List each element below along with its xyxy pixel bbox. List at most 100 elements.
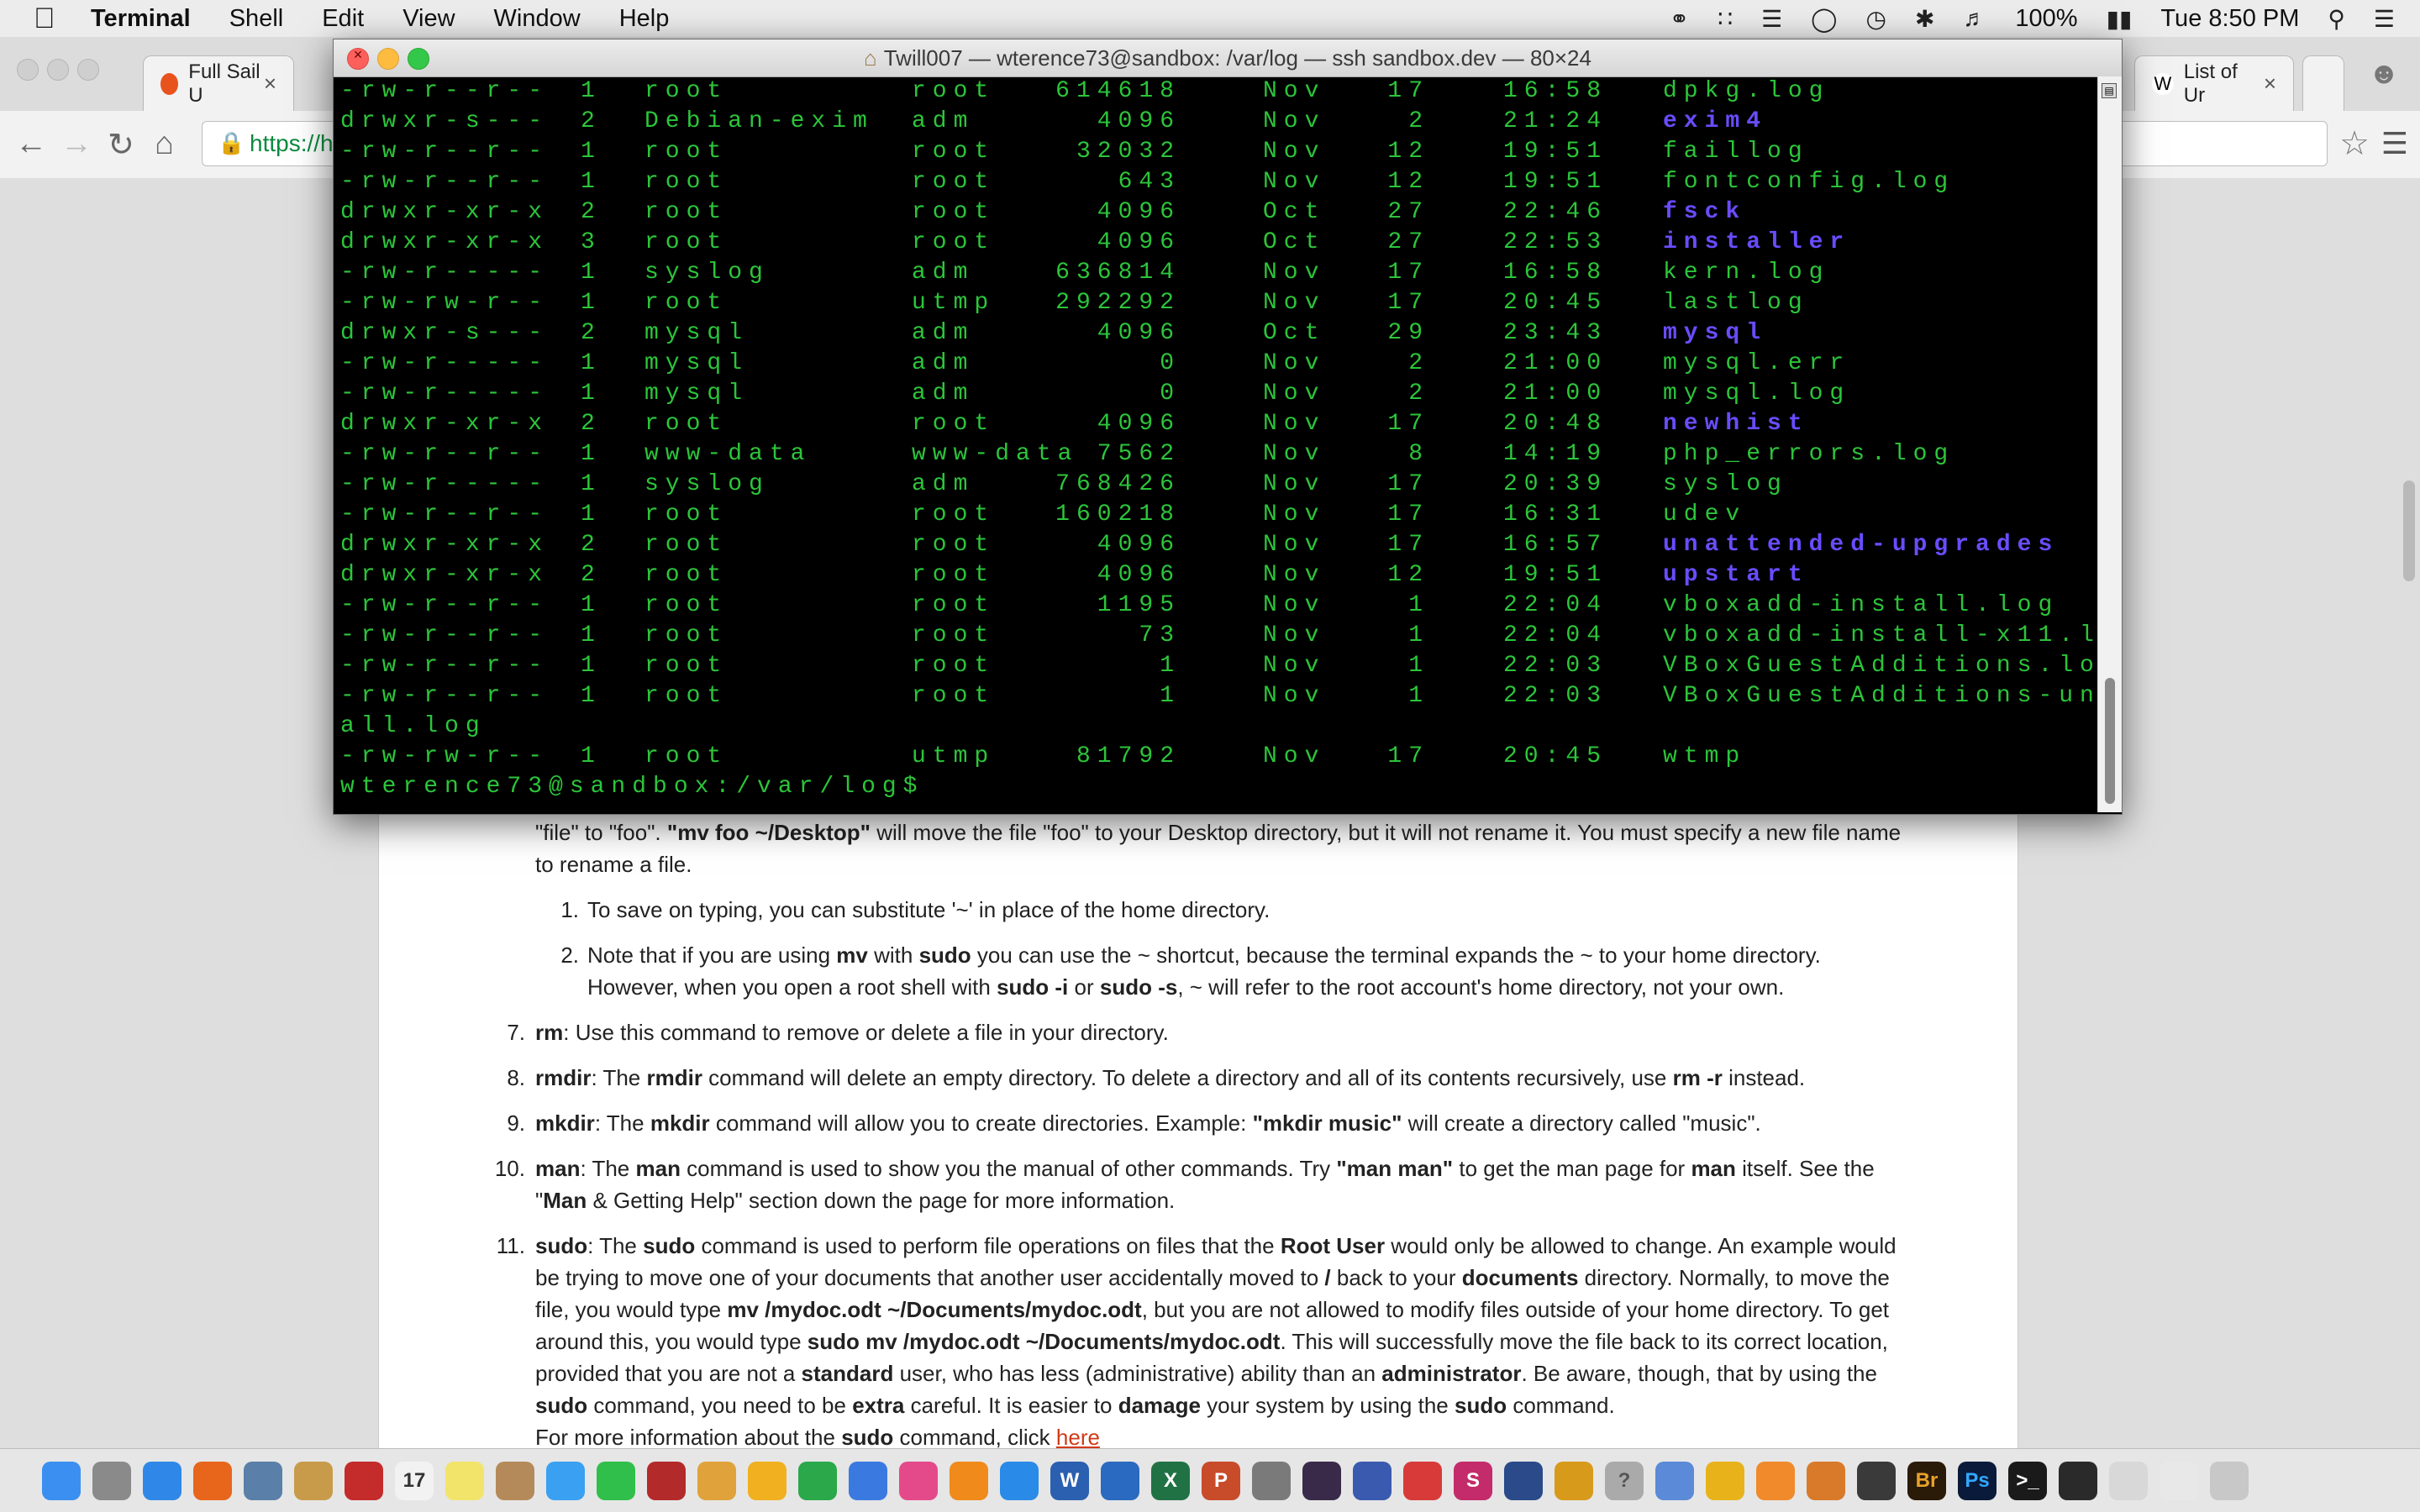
chrome-icon[interactable] [1706, 1461, 1744, 1500]
back-icon[interactable]: ← [15, 126, 47, 162]
excel-icon[interactable]: X [1151, 1461, 1190, 1500]
keynote-icon[interactable] [849, 1461, 887, 1500]
wifi-icon[interactable]: ☰ [1761, 5, 1782, 33]
menu-help[interactable]: Help [619, 5, 670, 33]
preview-icon[interactable] [244, 1461, 282, 1500]
system-preferences-icon[interactable] [1252, 1461, 1291, 1500]
grid-dots-icon[interactable]: ∷ [1718, 5, 1733, 33]
menu-shell[interactable]: Shell [229, 5, 284, 33]
terminal-titlebar[interactable]: × ⌂ Twill007 — wterence73@sandbox: /var/l… [334, 39, 2122, 77]
time-machine-icon[interactable]: ◷ [1866, 5, 1886, 33]
virtualbox-icon[interactable] [1353, 1461, 1392, 1500]
join-me-icon[interactable] [1756, 1461, 1795, 1500]
tab-close-icon[interactable]: × [2264, 71, 2276, 97]
filezilla2-icon[interactable] [1555, 1461, 1593, 1500]
profile-icon[interactable]: ☻ [2368, 55, 2400, 91]
safari-icon[interactable] [143, 1461, 182, 1500]
launchpad-icon[interactable] [92, 1461, 131, 1500]
filezilla-icon[interactable] [345, 1461, 383, 1500]
help-icon[interactable]: ? [1605, 1461, 1644, 1500]
clock[interactable]: Tue 8:50 PM [2160, 5, 2299, 33]
downloads-stack-icon[interactable] [2160, 1461, 2198, 1500]
reload-icon[interactable]: ↻ [108, 126, 134, 164]
page-scrollbar[interactable] [2403, 480, 2415, 581]
notification-center-icon[interactable]: ☰ [2374, 5, 2395, 33]
terminal-cell-perm: -rw-r--r-- [340, 78, 550, 104]
scratch-icon[interactable] [748, 1461, 786, 1500]
spotlight-search-icon[interactable]: ⚲ [2328, 5, 2345, 33]
creative-cloud-icon[interactable]: ⚭ [1670, 5, 1689, 33]
terminal-cell-name: syslog [1663, 471, 1788, 497]
terminal-cell-name: installer [1663, 229, 1851, 255]
browser-minimize-button[interactable] [47, 59, 69, 81]
terminal-cell-time: 22:03 [1503, 653, 1608, 679]
slack-icon[interactable] [1302, 1461, 1341, 1500]
terminal-cell-day: 1 [1408, 622, 1429, 648]
menu-view[interactable]: View [402, 5, 455, 33]
tab-close-icon[interactable]: × [264, 71, 276, 97]
sourcetree-icon[interactable] [1504, 1461, 1543, 1500]
terminal-output[interactable]: -rw-r--r-- 1 root root 614618 Nov 17 16:58 dpkg.… [334, 76, 2096, 812]
sublime-icon[interactable] [1807, 1461, 1845, 1500]
volume-icon[interactable]: ♬ [1963, 5, 1986, 32]
menu-window[interactable]: Window [494, 5, 581, 33]
trash-icon[interactable] [2210, 1461, 2249, 1500]
notes-icon[interactable] [294, 1461, 333, 1500]
github-icon[interactable] [1857, 1461, 1896, 1500]
home-icon[interactable]: ⌂ [155, 126, 174, 162]
terminal-split-icon[interactable]: ▤ [2102, 83, 2117, 98]
browser-close-button[interactable] [17, 59, 39, 81]
stickies-icon[interactable] [445, 1461, 484, 1500]
browser-tab-wikipedia[interactable]: W List of Ur × [2134, 55, 2294, 111]
photos-icon[interactable] [697, 1461, 736, 1500]
browser-menu-icon[interactable]: ☰ [2381, 126, 2408, 161]
word-icon[interactable]: W [1050, 1461, 1089, 1500]
browser-tab-fullsail[interactable]: Full Sail U × [143, 55, 294, 111]
app-store-icon[interactable] [1000, 1461, 1039, 1500]
terminal-cell-month: Nov [1263, 108, 1326, 134]
terminal-icon[interactable]: >_ [2008, 1461, 2047, 1500]
cube-icon[interactable] [1655, 1461, 1694, 1500]
numbers-icon[interactable] [798, 1461, 837, 1500]
bluetooth-icon[interactable]: ✱ [1915, 5, 1934, 33]
bookmark-star-icon[interactable]: ☆ [2339, 124, 2370, 163]
messages-icon[interactable] [546, 1461, 585, 1500]
terminal-cell-links: 1 [581, 441, 602, 467]
terminal-scrollbar[interactable] [2105, 678, 2115, 804]
contacts-icon[interactable] [496, 1461, 534, 1500]
terminal-cell-perm: -rw-r--r-- [340, 501, 550, 528]
terminal-cell-links: 1 [581, 683, 602, 709]
firefox-icon[interactable] [193, 1461, 232, 1500]
battery-percent[interactable]: 100% [2015, 5, 2077, 33]
activity-monitor-icon[interactable] [2059, 1461, 2097, 1500]
terminal-window[interactable]: × ⌂ Twill007 — wterence73@sandbox: /var/l… [333, 39, 2123, 815]
chat-bubble-icon[interactable]: ◯ [1811, 5, 1837, 33]
here-link[interactable]: here [1056, 1425, 1100, 1450]
list-item: 8. rmdir: The rmdir command will delete a… [507, 1065, 1806, 1090]
powerpoint-icon[interactable]: P [1202, 1461, 1240, 1500]
skype-icon[interactable]: S [1454, 1461, 1492, 1500]
terminal-cell-size: 1 [1160, 653, 1181, 679]
apple-menu-icon[interactable]:  [34, 3, 64, 35]
photoshop-icon[interactable]: Ps [1958, 1461, 1996, 1500]
forward-icon[interactable]: → [60, 126, 92, 162]
menu-edit[interactable]: Edit [322, 5, 364, 33]
photo-booth-icon[interactable] [647, 1461, 686, 1500]
bridge-icon[interactable]: Br [1907, 1461, 1946, 1500]
speakerdeck-icon[interactable] [1403, 1461, 1442, 1500]
finder-icon[interactable] [42, 1461, 81, 1500]
menu-app-terminal[interactable]: Terminal [91, 5, 191, 33]
ibooks-icon[interactable] [950, 1461, 988, 1500]
battery-icon[interactable]: ▮▮ [2107, 5, 2133, 33]
terminal-cell-perm: -rw-r--r-- [340, 592, 550, 618]
itunes-icon[interactable] [899, 1461, 938, 1500]
terminal-cell-links: 1 [581, 139, 602, 165]
browser-zoom-button[interactable] [77, 59, 99, 81]
facetime-icon[interactable] [597, 1461, 635, 1500]
documents-stack-icon[interactable] [2109, 1461, 2148, 1500]
calendar-icon[interactable]: 17 [395, 1461, 434, 1500]
terminal-cell-links: 2 [581, 199, 602, 225]
terminal-prompt[interactable]: wterence73@sandbox:/var/log$ [340, 772, 923, 802]
outlook-icon[interactable] [1101, 1461, 1139, 1500]
new-tab-button[interactable] [2302, 55, 2344, 111]
